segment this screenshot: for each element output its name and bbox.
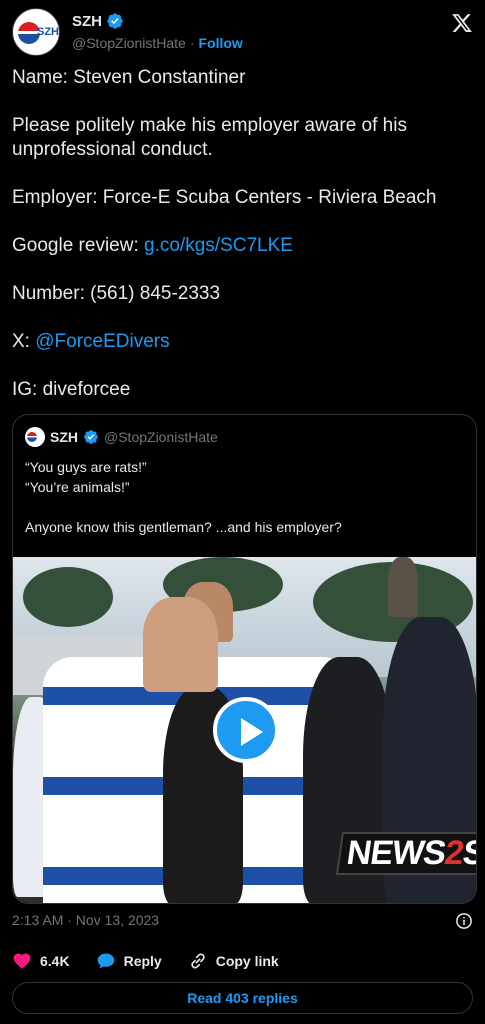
- post-timestamp[interactable]: 2:13 AM · Nov 13, 2023: [12, 912, 159, 928]
- follow-button[interactable]: Follow: [199, 35, 243, 51]
- avatar[interactable]: SZH: [12, 8, 60, 56]
- review-prefix: Google review:: [12, 235, 145, 256]
- post-line-name: Name: Steven Constantiner: [12, 67, 246, 88]
- quoted-handle: @StopZionistHate: [104, 429, 218, 445]
- post-line-request: Please politely make his employer aware …: [12, 115, 407, 160]
- video-thumbnail[interactable]: NEWS2SI: [13, 557, 476, 903]
- x-mention-link[interactable]: @ForceEDivers: [35, 331, 169, 352]
- verified-badge-icon: [107, 13, 123, 29]
- action-bar: 6.4K Reply Copy link: [12, 951, 305, 971]
- like-button[interactable]: 6.4K: [12, 951, 70, 971]
- watermark-a: NEWS: [344, 834, 448, 872]
- review-link[interactable]: g.co/kgs/SC7LKE: [144, 235, 293, 256]
- news-watermark: NEWS2SI: [335, 832, 476, 875]
- quoted-avatar: [25, 427, 45, 447]
- post-header: SZH SZH @StopZionistHate · Follow: [12, 8, 473, 56]
- post-line-number: Number: (561) 845-2333: [12, 283, 221, 304]
- heart-icon: [13, 953, 31, 969]
- post-line-employer: Employer: Force-E Scuba Centers - Rivier…: [12, 187, 437, 208]
- copy-link-button[interactable]: Copy link: [188, 951, 279, 971]
- info-icon[interactable]: [455, 912, 473, 930]
- quoted-verified-badge-icon: [84, 430, 98, 444]
- author-handle[interactable]: @StopZionistHate: [72, 35, 186, 51]
- post-line-x: X: @ForceEDivers: [12, 330, 473, 354]
- play-icon: [241, 718, 263, 746]
- reply-label: Reply: [123, 953, 162, 969]
- like-count: 6.4K: [40, 953, 70, 969]
- separator-dot: ·: [189, 35, 195, 51]
- quoted-line-1: “You guys are rats!”: [25, 459, 147, 475]
- post-line-ig: IG: diveforcee: [12, 379, 131, 400]
- post-body: Name: Steven Constantiner Please politel…: [12, 66, 473, 426]
- x-prefix: X:: [12, 331, 36, 352]
- quoted-line-3: Anyone know this gentleman? ...and his e…: [25, 519, 342, 535]
- author-display-name[interactable]: SZH: [72, 13, 102, 30]
- copy-link-label: Copy link: [215, 953, 279, 969]
- post-line-review: Google review: g.co/kgs/SC7LKE: [12, 234, 473, 258]
- quoted-text: “You guys are rats!” “You’re animals!” A…: [25, 457, 465, 537]
- quoted-display-name: SZH: [50, 429, 78, 445]
- reply-button[interactable]: Reply: [96, 951, 162, 971]
- avatar-logo-text: SZH: [37, 26, 59, 38]
- quoted-line-2: “You’re animals!”: [25, 479, 130, 495]
- reply-bubble-icon: [97, 953, 114, 969]
- link-icon: [191, 953, 205, 969]
- x-logo-icon[interactable]: [451, 12, 473, 34]
- play-button[interactable]: [213, 697, 279, 763]
- quoted-post[interactable]: SZH @StopZionistHate “You guys are rats!…: [12, 414, 477, 904]
- read-replies-button[interactable]: Read 403 replies: [12, 982, 473, 1014]
